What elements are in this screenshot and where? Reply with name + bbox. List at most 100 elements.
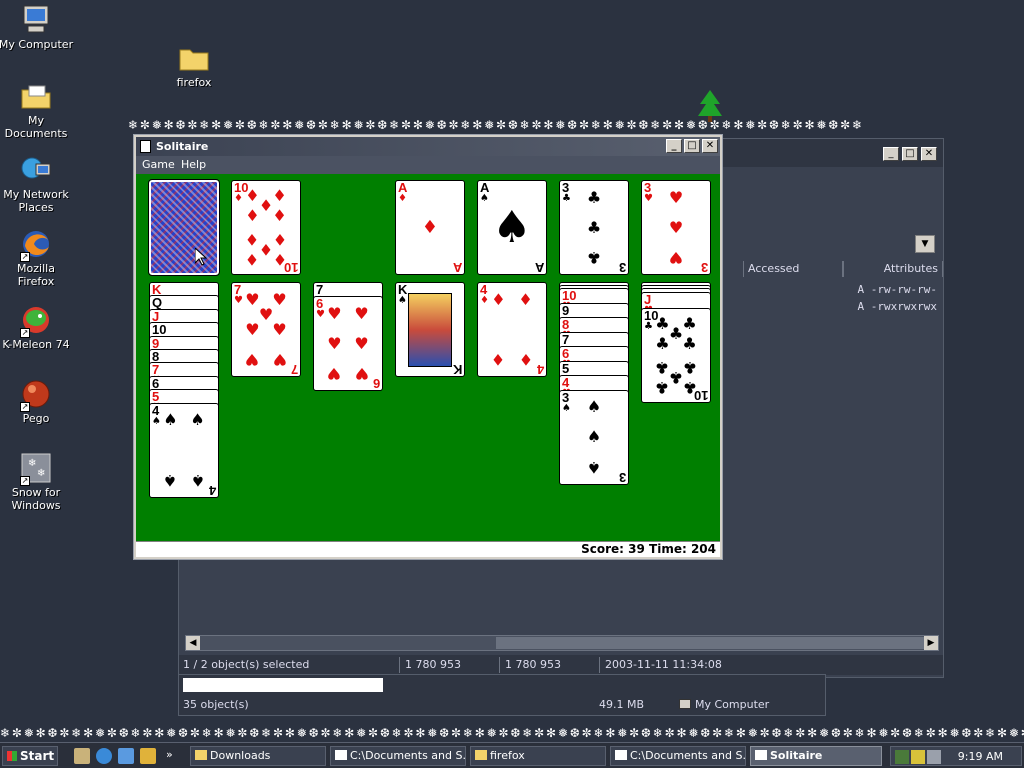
card-pip: ♦ [272,229,287,249]
taskbar-button-7zip-2[interactable]: C:\Documents and S... [610,746,746,766]
status-date: 2003-11-11 11:34:08 [605,658,722,671]
card-pip: ♠ [190,470,205,490]
card-pip: ♥ [668,187,684,207]
foundation-card[interactable]: A ♦ A ♦ [395,180,465,275]
solitaire-title-bar[interactable]: Solitaire _ □ ✕ [136,137,720,156]
tray-app-icon[interactable] [927,750,941,764]
card-pip: ♦ [245,185,260,205]
folder-documents-icon [20,80,52,112]
card-pip: ♦ [272,185,287,205]
card-pip: ♣ [655,334,670,354]
chevron-down-icon[interactable]: ▼ [915,235,935,253]
tableau-card[interactable]: 10 ♣ 10 ♣ ♣ ♣ ♣ ♣ ♣ ♣ ♣ ♣ ♣ [641,308,711,403]
network-places-icon [20,154,52,186]
desktop-icon-my-documents[interactable]: My Documents [0,80,74,140]
internet-explorer-icon[interactable] [96,748,112,764]
card-pip: ♦ [518,289,533,309]
card-pip: ♦ [491,289,506,309]
status-size: 1 780 953 [405,658,461,671]
card-pip: ♥ [668,217,684,237]
tableau-card[interactable]: 4 ♠ 4 ♠ ♠ ♠ ♠ [149,402,219,498]
solitaire-icon [755,750,767,760]
card-pip: ♦ [421,216,439,238]
explorer-status-bar: 1 / 2 object(s) selected 1 780 953 1 780… [179,655,943,675]
foundation-card[interactable]: 3 ♥ 3 ♥ ♥ ♥ [641,180,711,275]
card-pip: ♠ [163,410,178,430]
minimize-icon[interactable]: _ [666,139,682,153]
tableau-card[interactable]: 4 ♦ 4 ♦ ♦ ♦ ♦ [477,282,547,377]
desktop-icon-my-computer[interactable]: My Computer [0,4,74,51]
windows-media-icon[interactable] [140,748,156,764]
card-pip: ♦ [272,250,287,270]
tableau-card[interactable]: 3 ♠ 3 ♠ ♠ ♠ [559,389,629,485]
foundation-card[interactable]: A ♠ A ♠ [477,180,547,275]
menu-help[interactable]: Help [181,158,206,171]
folder-icon [178,42,210,74]
desktop-icon-label: Snow for Windows [11,486,61,512]
maximize-icon[interactable]: □ [902,147,918,161]
card-suit: ♥ [316,309,325,320]
tableau-card[interactable]: 6 ♥ 6 ♥ ♥ ♥ ♥ ♥ ♥ [313,296,383,391]
desktop-icon-pego[interactable]: ↗ Pego [0,378,74,425]
card-rank-bottom: 7 [290,362,298,377]
card-pip: ♥ [327,303,342,323]
close-icon[interactable]: ✕ [921,147,937,161]
minimize-icon[interactable]: _ [883,147,899,161]
maximize-icon[interactable]: □ [684,139,700,153]
card-pip: ♣ [655,378,670,398]
start-button[interactable]: Start [2,746,58,766]
quicklaunch-chevron-icon[interactable]: » [166,748,182,764]
solitaire-window: Solitaire _ □ ✕ Game Help 10 ♦ 10 ♦ ♦ ♦ ♦ ♦ ♦ ♦ ♦ ♦… [133,134,723,560]
status-objects: 35 object(s) [183,698,249,711]
taskbar-button-solitaire[interactable]: Solitaire [750,746,882,766]
pego-icon: ↗ [20,378,52,412]
horizontal-scrollbar[interactable]: ◀ ▶ [185,635,939,651]
desktop-icon-snow[interactable]: ❄ ❄ ↗ Snow for Windows [0,452,74,512]
close-icon[interactable]: ✕ [702,139,718,153]
card-rank-bottom: 6 [372,376,380,391]
outlook-icon[interactable] [118,748,134,764]
foundation-card[interactable]: 3 ♣ 3 ♣ ♣ ♣ [559,180,629,275]
7zip-icon [615,750,627,760]
tableau-card[interactable]: 7 ♥ 7 ♥ ♥ ♥ ♥ ♥ ♥ ♥ [231,282,301,377]
desktop-icon-kmeleon[interactable]: ↗ K-Meleon 74 [0,304,74,351]
card-pip: ♦ [258,196,274,216]
taskbar-button-7zip-1[interactable]: C:\Documents and S... [330,746,466,766]
desktop-icon-network-places[interactable]: My Network Places [0,154,74,214]
christmas-tree-icon [698,90,722,122]
tableau-card[interactable]: K ♠ K [395,282,465,377]
stock-pile[interactable] [148,179,220,276]
taskbar-button-downloads[interactable]: Downloads [190,746,326,766]
desktop-icon-label: My Documents [4,114,68,140]
scroll-left-icon[interactable]: ◀ [186,636,200,650]
card-suit: ♣ [562,193,571,204]
show-desktop-icon[interactable] [74,748,90,764]
window-title: Solitaire [156,140,209,153]
card-pip: ♦ [518,350,533,370]
tray-app-icon[interactable] [911,750,925,764]
svg-text:❄: ❄ [37,468,45,479]
windows-logo-icon [7,751,17,761]
address-field[interactable] [183,678,383,692]
scroll-right-icon[interactable]: ▶ [924,636,938,650]
desktop-icon-firefox-folder[interactable]: firefox [156,42,232,89]
menu-game[interactable]: Game [142,158,175,171]
system-tray: 9:19 AM [890,746,1022,766]
taskbar: Start » Downloads C:\Documents and S... … [0,742,1024,768]
desktop-icon-firefox[interactable]: ↗ Mozilla Firefox [0,228,74,288]
snow-icon: ❄ ❄ ↗ [20,452,52,486]
card-suit: ♠ [562,402,571,414]
taskbar-button-firefox-folder[interactable]: firefox [470,746,606,766]
desktop-icon-label: K-Meleon 74 [2,338,70,351]
card-pip: ♥ [327,333,342,353]
waste-card[interactable]: 10 ♦ 10 ♦ ♦ ♦ ♦ ♦ ♦ ♦ ♦ ♦ ♦ [231,180,301,275]
tray-network-icon[interactable] [895,750,909,764]
clock[interactable]: 9:19 AM [958,750,1003,763]
game-table[interactable]: 10♦10♦♦♦♦♦♦♦♦♦♦A♦A♦A♠A♠3♣3♣♣♣3♥3♥♥♥K♥Q♣J… [136,174,720,543]
card-rank-bottom: 3 [700,260,708,275]
folder-icon [475,750,487,760]
card-suit: ♥ [234,295,243,306]
column-header-accessed[interactable]: Accessed [743,261,843,277]
scroll-thumb[interactable] [496,637,930,649]
column-header-attributes[interactable]: Attributes [843,261,943,277]
